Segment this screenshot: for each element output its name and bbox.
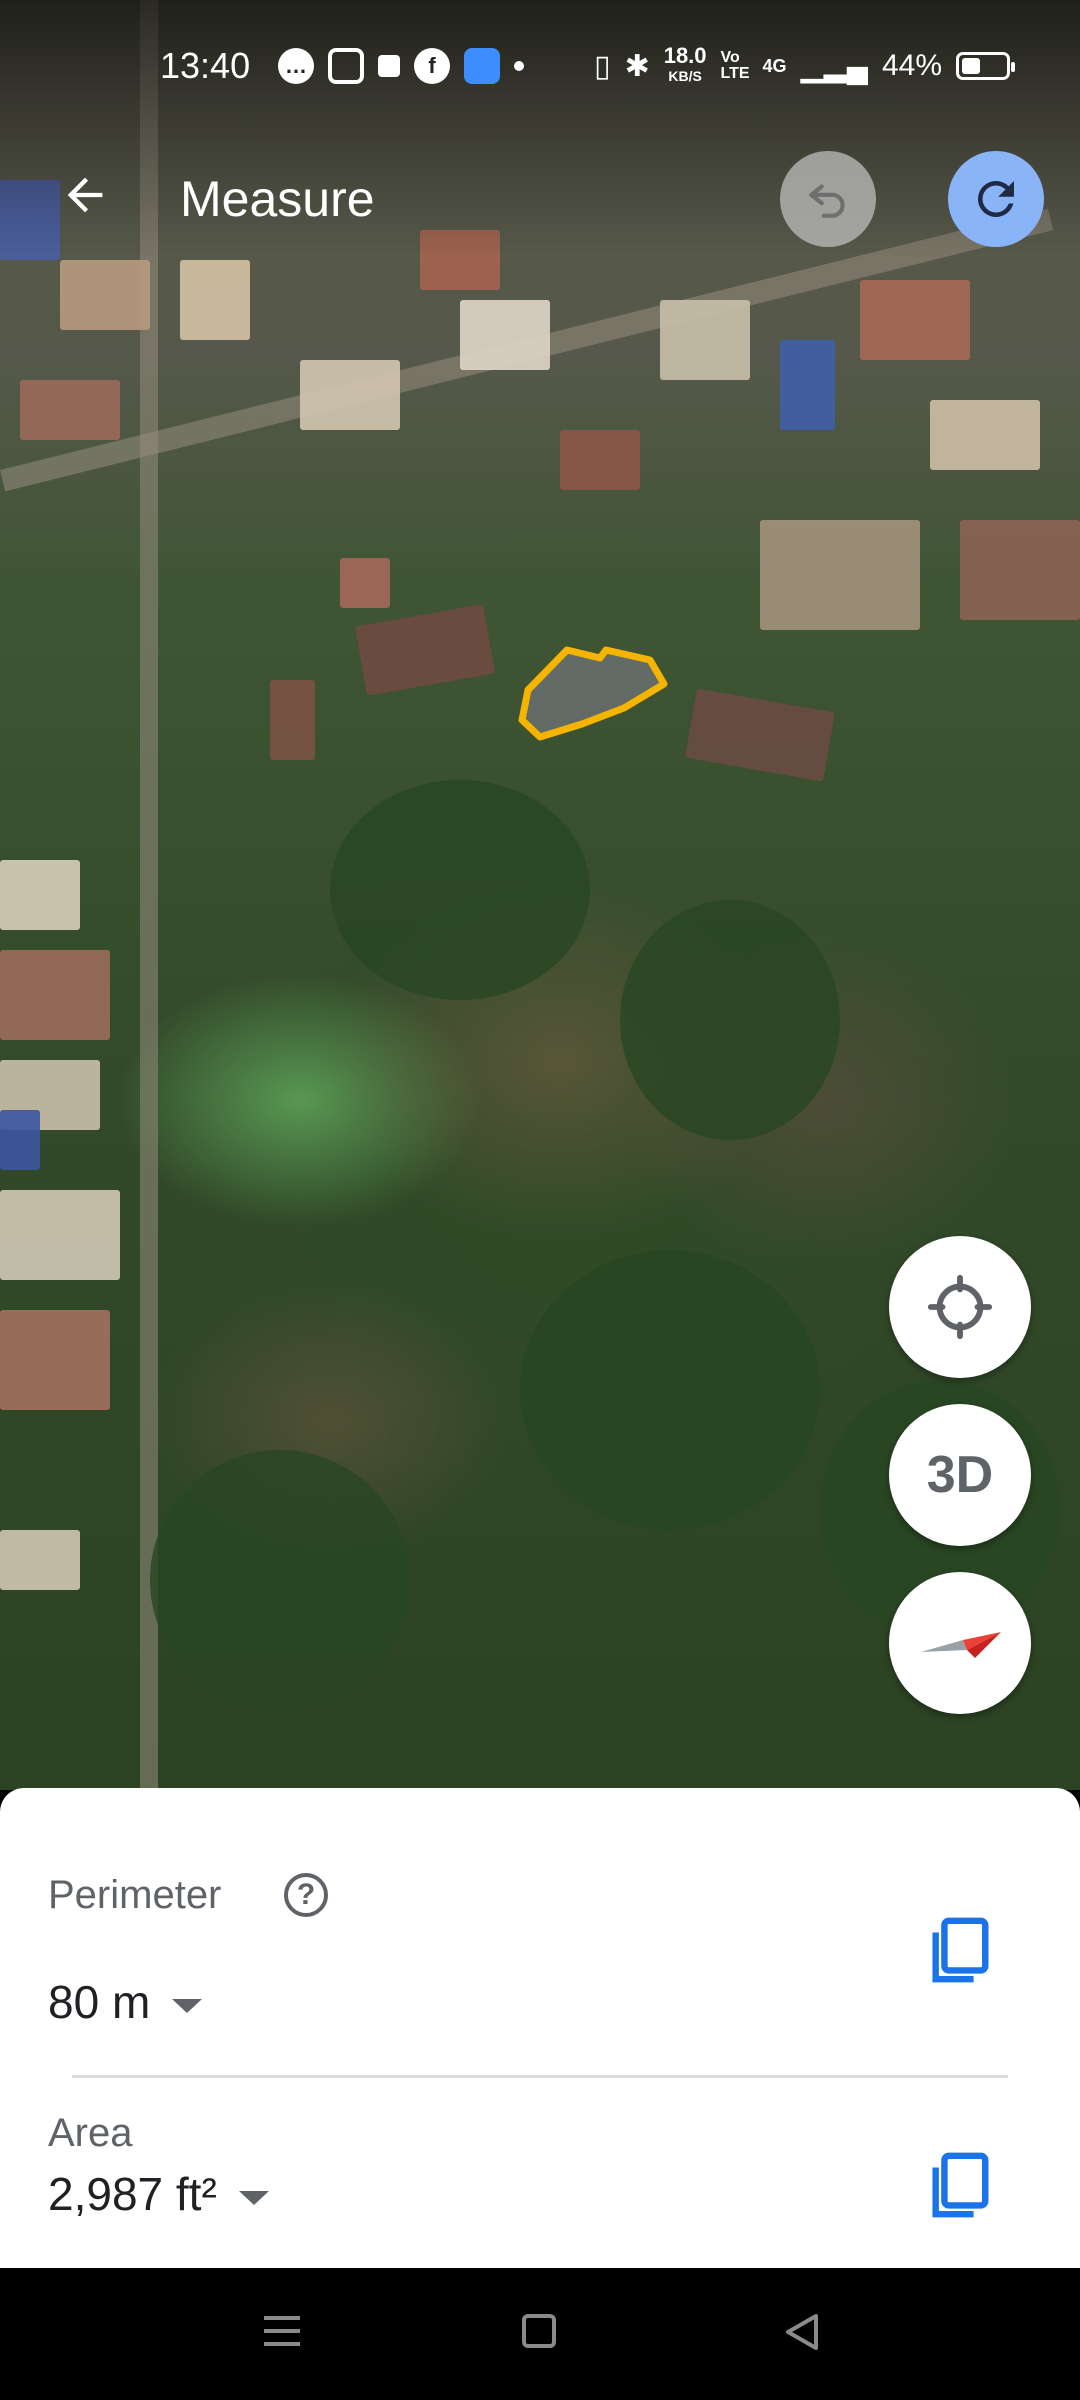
3d-toggle-button[interactable]: 3D [889,1404,1031,1546]
status-time: 13:40 [160,45,251,86]
3d-label: 3D [926,1446,994,1504]
volte-indicator: Vo LTE [720,49,750,82]
battery-fill [962,58,980,74]
more-notifications-icon [514,61,524,71]
instagram-icon [328,48,364,84]
redo-icon [977,180,1014,217]
notification-icons: … f [278,48,524,84]
network-type: 4G [762,55,787,76]
copy-icon [932,1917,989,1983]
battery-percent: 44% [881,49,942,82]
signal-icon: ▁▂▄ [800,49,868,83]
undo-icon [809,184,845,218]
area-outline [518,646,668,741]
perimeter-value[interactable]: 80 m [48,1975,203,2029]
chevron-down-icon [172,1998,203,2013]
compass-icon [921,1632,1001,1658]
divider [72,2075,1008,2078]
network-speed: 18.0 KB/S [663,43,707,86]
messages-icon: … [278,48,314,84]
app-icon [378,55,400,77]
status-bar: 13:40 … f ▯ ✱ 18.0 KB/S Vo LTE 4G ▁▂▄ 44… [0,0,1080,110]
my-location-button[interactable] [889,1236,1031,1378]
net-rate-unit: KB/S [668,68,702,84]
app-icon [464,48,500,84]
bluetooth-icon: ✱ [624,49,650,83]
page-title: Measure [180,171,375,227]
redo-button[interactable] [948,151,1044,247]
menu-icon[interactable] [264,2316,300,2346]
area-label: Area [48,2111,133,2155]
back-triangle-icon[interactable] [782,2312,822,2352]
copy-icon [932,2152,989,2218]
battery-icon [956,52,1015,80]
area-value-text: 2,987 ft² [48,2168,217,2220]
back-button[interactable] [50,160,120,230]
vibrate-icon: ▯ [594,49,611,83]
copy-perimeter-button[interactable] [924,1910,994,1990]
net-rate-value: 18.0 [663,43,707,68]
system-status: ▯ ✱ 18.0 KB/S Vo LTE 4G ▁▂▄ 44% [594,43,1015,86]
copy-area-button[interactable] [924,2145,994,2225]
undo-button[interactable] [780,151,876,247]
compass-button[interactable] [889,1572,1031,1714]
help-icon[interactable]: ? [284,1873,328,1917]
chevron-down-icon [238,2190,269,2205]
my-location-icon [927,1274,993,1340]
arrow-back-icon [67,177,103,213]
home-icon[interactable] [522,2314,556,2348]
area-value[interactable]: 2,987 ft² [48,2167,269,2221]
facebook-icon: f [414,48,450,84]
perimeter-label: Perimeter [48,1873,222,1917]
perimeter-value-text: 80 m [48,1976,151,2028]
